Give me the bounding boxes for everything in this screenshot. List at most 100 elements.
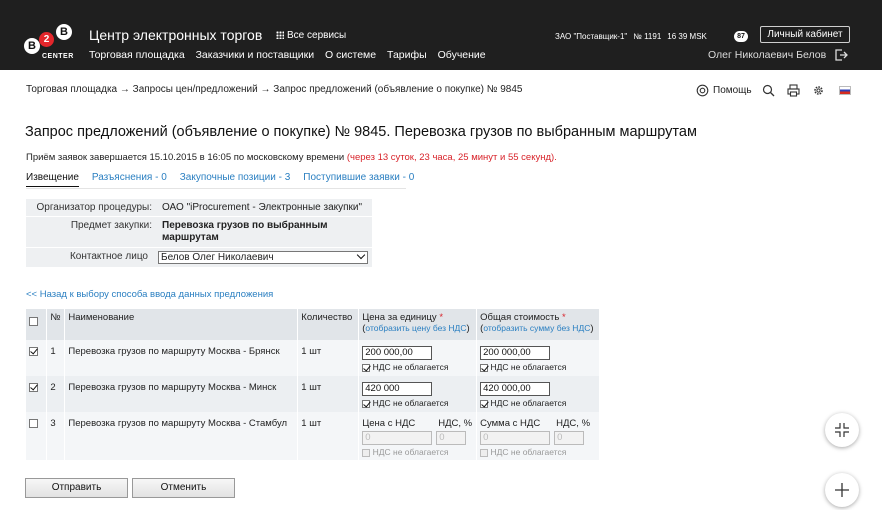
show-price-without-vat-link[interactable]: отобразить цену без НДС (365, 323, 466, 333)
organizer-label: Организатор процедуры: (36, 202, 152, 213)
nav-item-trading-platform[interactable]: Торговая площадка (89, 49, 185, 61)
vat-percent-input[interactable]: 0 (436, 431, 467, 445)
add-fab-button[interactable] (825, 473, 859, 507)
personal-cabinet-button[interactable]: Личный кабинет (760, 26, 850, 43)
vat-exempt-checkbox[interactable] (362, 448, 371, 457)
row-select-cell (26, 376, 48, 412)
total-input[interactable]: 420 000,00 (480, 382, 551, 396)
tabs: Извещение Разъяснения - 0 Закупочные поз… (26, 172, 427, 187)
tab-procurement-items[interactable]: Закупочные позиции - 3 (180, 172, 291, 187)
all-services-link[interactable]: Все сервисы (276, 30, 346, 41)
server-time: 16 39 MSK (667, 32, 707, 41)
price-input[interactable]: 200 000,00 (362, 346, 433, 360)
show-sum-without-vat-link[interactable]: отобразить сумму без НДС (483, 323, 590, 333)
row-qty: 1 шт (297, 412, 360, 460)
row-name: Перевозка грузов по маршруту Москва - Бр… (64, 340, 299, 376)
header-price-label: Цена за единицу (362, 312, 437, 323)
nav-item-tariffs[interactable]: Тарифы (387, 49, 427, 61)
collapse-fab-button[interactable] (825, 413, 859, 447)
organization-number: № 1191 (633, 32, 662, 41)
cancel-button[interactable]: Отменить (132, 478, 235, 498)
contact-person-select[interactable]: Белов Олег Николаевич (158, 250, 368, 264)
row-checkbox[interactable] (29, 382, 38, 392)
row-name: Перевозка грузов по маршруту Москва - Ст… (64, 412, 299, 460)
total-input[interactable]: 200 000,00 (480, 346, 551, 360)
tab-received-applications[interactable]: Поступившие заявки - 0 (303, 172, 414, 187)
select-all-checkbox[interactable] (29, 317, 38, 326)
price-vat-exempt: НДС не облагается (362, 398, 473, 408)
tabs-divider (26, 188, 406, 189)
organizer-value: ОАО "iProcurement - Электронные закупки" (162, 202, 363, 213)
row-num: 2 (46, 376, 66, 412)
toolbar: Помощь (696, 83, 851, 97)
vat-exempt-label: НДС не облагается (490, 398, 567, 408)
vat-exempt-checkbox[interactable] (362, 399, 371, 408)
price-subinputs: 0 0 (362, 431, 473, 445)
help-lifebuoy-icon[interactable] (696, 84, 709, 97)
vat-exempt-checkbox[interactable] (480, 363, 489, 372)
tab-clarifications[interactable]: Разъяснения - 0 (92, 172, 167, 187)
back-to-input-method-link[interactable]: << Назад к выбору способа ввода данных п… (26, 289, 273, 300)
gear-icon[interactable] (812, 84, 825, 97)
nav-item-learning[interactable]: Обучение (438, 49, 486, 61)
tab-notice[interactable]: Извещение (26, 172, 79, 187)
price-with-vat-input[interactable]: 0 (362, 431, 433, 445)
sum-with-vat-label: Сумма с НДС (480, 418, 541, 429)
header-total: Общая стоимость * (отобразить сумму без … (476, 309, 600, 340)
plus-icon (835, 483, 849, 497)
vat-exempt-label: НДС не облагается (490, 362, 567, 372)
row-qty: 1 шт (297, 340, 360, 376)
vat-percent-label: НДС, % (556, 418, 591, 429)
row-total-cell: 200 000,00 НДС не облагается (476, 340, 600, 376)
search-icon[interactable] (762, 84, 775, 97)
organization-name[interactable]: ЗАО "Поставщик-1" (555, 32, 627, 41)
vat-exempt-checkbox[interactable] (480, 399, 489, 408)
total-vat-exempt: НДС не облагается (480, 398, 596, 408)
collapse-arrows-icon (835, 423, 849, 437)
row-name: Перевозка грузов по маршруту Москва - Ми… (64, 376, 299, 412)
logout-icon[interactable] (834, 48, 848, 62)
print-icon[interactable] (787, 83, 800, 97)
russian-flag-icon[interactable] (838, 85, 851, 95)
logo-letter-b: B (24, 38, 40, 54)
nav-item-about[interactable]: О системе (325, 49, 376, 61)
breadcrumb[interactable]: Торговая площадка → Запросы цен/предложе… (26, 84, 523, 95)
b2b-center-logo[interactable]: B 2 B CENTER (24, 24, 76, 64)
deadline-remaining: (через 13 суток, 23 часа, 25 минут и 55 … (346, 152, 557, 163)
notifications-badge[interactable]: 87 (734, 31, 748, 42)
header-num: № (46, 309, 66, 340)
items-table: № Наименование Количество Цена за единиц… (26, 309, 600, 460)
contact-label: Контактное лицо (69, 251, 148, 262)
sum-with-vat-input[interactable]: 0 (480, 431, 551, 445)
vat-exempt-label: НДС не облагается (490, 447, 567, 457)
deadline-text: Приём заявок завершается 15.10.2015 в 16… (26, 152, 345, 163)
deadline-notice: Приём заявок завершается 15.10.2015 в 16… (26, 152, 557, 163)
vat-exempt-checkbox[interactable] (362, 363, 371, 372)
user-name[interactable]: Олег Николаевич Белов (708, 49, 826, 61)
total-vat-exempt: НДС не облагается (480, 447, 596, 457)
required-mark: * (439, 312, 444, 323)
apps-grid-icon (276, 31, 284, 39)
row-total-cell: Сумма с НДС НДС, % 0 0 НДС не облагается (476, 412, 600, 460)
vat-exempt-label: НДС не облагается (372, 447, 449, 457)
help-link[interactable]: Помощь (713, 85, 752, 96)
price-sublabels: Цена с НДС НДС, % (362, 418, 473, 429)
submit-button[interactable]: Отправить (25, 478, 128, 498)
row-qty: 1 шт (297, 376, 360, 412)
vat-exempt-checkbox[interactable] (480, 448, 489, 457)
row-select-cell (26, 412, 48, 460)
row-select-cell (26, 340, 48, 376)
page-title: Запрос предложений (объявление о покупке… (25, 124, 697, 140)
vat-percent-input[interactable]: 0 (554, 431, 585, 445)
row-checkbox[interactable] (29, 418, 38, 428)
row-total-cell: 420 000,00 НДС не облагается (476, 376, 600, 412)
chevron-down-icon (356, 250, 366, 260)
contact-person-value: Белов Олег Николаевич (161, 252, 274, 263)
row-checkbox[interactable] (29, 346, 38, 356)
price-input[interactable]: 420 000 (362, 382, 433, 396)
site-title[interactable]: Центр электронных торгов (89, 27, 262, 43)
nav-item-customers-suppliers[interactable]: Заказчики и поставщики (196, 49, 315, 61)
header-qty: Количество (297, 309, 360, 340)
all-services-label: Все сервисы (287, 30, 347, 41)
table-row: 1 Перевозка грузов по маршруту Москва - … (26, 340, 600, 376)
